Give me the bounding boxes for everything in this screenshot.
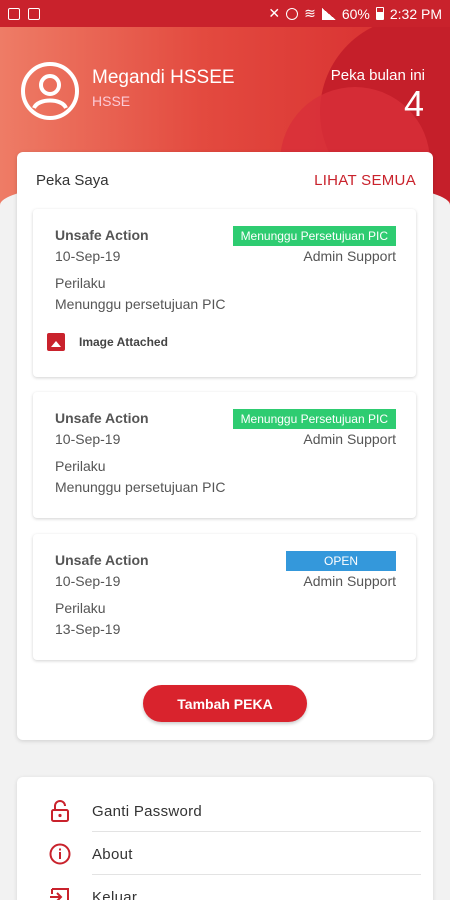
item-type: Unsafe Action	[55, 552, 149, 568]
clock: 2:32 PM	[389, 5, 442, 22]
item-type: Unsafe Action	[55, 227, 149, 243]
item-description: Menunggu persetujuan PIC	[55, 296, 226, 312]
item-support: Admin Support	[303, 431, 396, 447]
signal-icon	[321, 7, 336, 20]
menu-item-label: Ganti Password	[92, 803, 203, 820]
wifi-icon: ≋	[304, 5, 316, 21]
avatar-icon[interactable]	[20, 61, 80, 121]
lock-icon	[51, 800, 69, 822]
peka-item[interactable]: Unsafe Action 10-Sep-19 OPEN Admin Suppo…	[33, 534, 416, 660]
status-badge: Menunggu Persetujuan PIC	[232, 226, 396, 246]
info-icon	[49, 843, 71, 865]
status-badge: OPEN	[286, 551, 396, 571]
peka-item[interactable]: Unsafe Action 10-Sep-19 Menunggu Persetu…	[33, 209, 416, 377]
image-icon	[47, 333, 65, 351]
item-description: 13-Sep-19	[55, 621, 121, 637]
notification-icon	[8, 7, 20, 20]
item-support: Admin Support	[303, 248, 396, 264]
settings-menu: Ganti Password About Keluar	[17, 777, 433, 900]
divider	[92, 831, 421, 832]
card-title: Peka Saya	[36, 172, 109, 189]
divider	[92, 874, 421, 875]
menu-item-change-password[interactable]: Ganti Password	[17, 790, 433, 832]
peka-item[interactable]: Unsafe Action 10-Sep-19 Menunggu Persetu…	[33, 392, 416, 518]
alarm-icon	[286, 7, 299, 20]
user-department: HSSE	[92, 93, 131, 109]
item-support: Admin Support	[303, 573, 396, 589]
mute-icon: ✕	[268, 5, 281, 21]
add-peka-button[interactable]: Tambah PEKA	[143, 685, 307, 722]
item-type: Unsafe Action	[55, 410, 149, 426]
item-date: 10-Sep-19	[55, 248, 121, 264]
battery-icon	[375, 7, 384, 20]
user-name: Megandi HSSEE	[92, 67, 235, 88]
item-category: Perilaku	[55, 458, 106, 474]
logout-icon	[50, 888, 69, 900]
month-count-label: Peka bulan ini	[330, 67, 425, 84]
month-count-value: 4	[403, 83, 424, 124]
item-description: Menunggu persetujuan PIC	[55, 479, 226, 495]
menu-item-logout[interactable]: Keluar	[17, 876, 433, 900]
attachment-indicator: Image Attached	[47, 333, 168, 351]
attachment-label: Image Attached	[79, 335, 168, 349]
peka-card: Peka Saya LIHAT SEMUA Unsafe Action 10-S…	[17, 152, 433, 740]
image-notification-icon	[28, 7, 40, 20]
menu-item-label: About	[92, 846, 133, 863]
see-all-link[interactable]: LIHAT SEMUA	[314, 172, 416, 189]
menu-item-label: Keluar	[92, 889, 138, 900]
item-category: Perilaku	[55, 275, 106, 291]
menu-item-about[interactable]: About	[17, 833, 433, 875]
status-bar: ✕ ≋ 60% 2:32 PM	[0, 0, 450, 27]
item-category: Perilaku	[55, 600, 106, 616]
battery-percent: 60%	[341, 5, 370, 22]
status-badge: Menunggu Persetujuan PIC	[232, 409, 396, 429]
item-date: 10-Sep-19	[55, 431, 121, 447]
item-date: 10-Sep-19	[55, 573, 121, 589]
